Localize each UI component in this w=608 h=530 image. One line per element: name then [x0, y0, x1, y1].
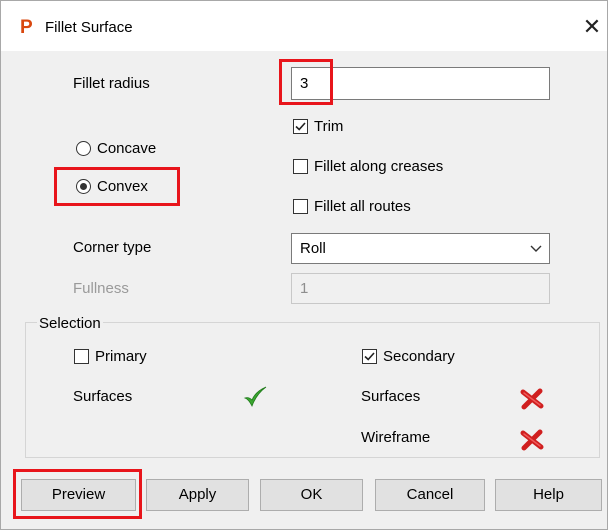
corner-type-label: Corner type [73, 239, 152, 256]
chevron-down-icon [530, 245, 542, 252]
cancel-button[interactable]: Cancel [375, 479, 485, 511]
concave-radio[interactable] [76, 141, 91, 156]
corner-type-select[interactable]: Roll [291, 233, 550, 264]
concave-label: Concave [97, 140, 157, 157]
preview-button[interactable]: Preview [21, 479, 136, 511]
trim-label: Trim [314, 118, 344, 135]
radio-selected-dot [80, 183, 87, 190]
title-bar: P Fillet Surface ✕ [1, 1, 607, 51]
fullness-label: Fullness [73, 280, 129, 297]
apply-button[interactable]: Apply [146, 479, 249, 511]
primary-surfaces-label: Surfaces [73, 388, 133, 405]
help-button[interactable]: Help [495, 479, 602, 511]
corner-type-value: Roll [300, 240, 326, 257]
fillet-along-creases-checkbox[interactable] [293, 159, 308, 174]
fillet-radius-label: Fillet radius [73, 75, 150, 92]
secondary-wireframe-label: Wireframe [361, 429, 431, 446]
close-icon[interactable]: ✕ [579, 13, 605, 41]
fillet-surface-dialog: P Fillet Surface ✕ Fillet radius 3 Trim … [0, 0, 608, 530]
red-cross-icon [520, 388, 544, 410]
red-cross-icon [520, 429, 544, 451]
dialog-title: Fillet Surface [45, 19, 133, 36]
app-icon: P [20, 17, 33, 38]
convex-radio[interactable] [76, 179, 91, 194]
checkmark-icon [295, 122, 306, 131]
secondary-surfaces-label: Surfaces [361, 388, 421, 405]
fullness-input: 1 [291, 273, 550, 304]
selection-group-label: Selection [37, 314, 103, 334]
fillet-radius-input[interactable]: 3 [291, 67, 550, 100]
primary-label: Primary [95, 348, 147, 365]
fillet-all-routes-label: Fillet all routes [314, 198, 411, 215]
ok-button[interactable]: OK [260, 479, 363, 511]
secondary-label: Secondary [383, 348, 455, 365]
green-check-icon [243, 386, 267, 407]
fillet-along-creases-label: Fillet along creases [314, 158, 444, 175]
primary-checkbox[interactable] [74, 349, 89, 364]
convex-label: Convex [97, 178, 148, 195]
checkmark-icon [364, 352, 375, 361]
secondary-checkbox[interactable] [362, 349, 377, 364]
trim-checkbox[interactable] [293, 119, 308, 134]
fillet-all-routes-checkbox[interactable] [293, 199, 308, 214]
